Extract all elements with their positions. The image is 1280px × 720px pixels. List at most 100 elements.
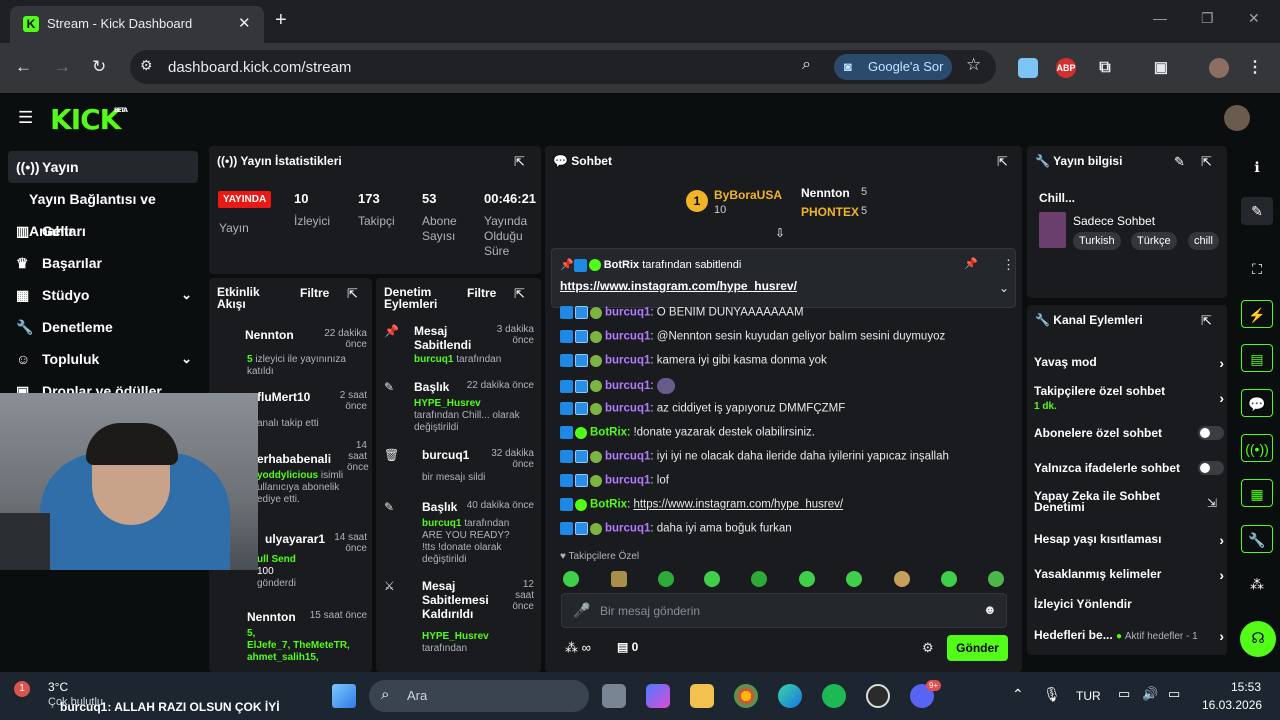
external-link-icon[interactable]: ⇲ [1207,496,1217,510]
pin-toggle-icon[interactable]: 📌 [964,257,978,270]
chrome-icon[interactable] [734,684,758,708]
new-tab-icon[interactable]: + [275,9,287,32]
browser-tab[interactable]: K Stream - Kick Dashboard ✕ [10,6,264,43]
points-display[interactable]: ⁂ ∞ [565,640,591,656]
ai-moderation-action[interactable]: Yapay Zeka ile Sohbet Denetimi [1034,490,1184,513]
info-icon[interactable]: ℹ [1241,153,1273,181]
emote-icon[interactable] [799,571,815,587]
browser-menu-icon[interactable]: ⋮ [1245,58,1265,78]
restore-icon[interactable]: ❐ [1201,10,1214,27]
address-bar[interactable]: ⚙ dashboard.kick.com/stream ⌕ ◙ Google'a … [130,50,996,84]
slow-mode-action[interactable]: Yavaş mod › [1034,355,1224,371]
account-age-action[interactable]: Hesap yaşı kısıtlaması › [1034,532,1224,548]
followers-only-action[interactable]: Takipçilere özel sohbet 1 dk. › [1034,384,1224,412]
edit-icon[interactable]: ✎ [1174,154,1185,170]
emote-icon[interactable] [658,571,674,587]
sidebar-item-stream-key[interactable]: Yayın Bağlantısı ve Anahtarı [8,183,198,239]
adblock-icon[interactable]: ABP [1056,58,1076,78]
site-info-icon[interactable]: ⚙ [140,57,153,74]
network-icon[interactable]: ▭ [1118,686,1130,702]
tag-chip[interactable]: chill [1188,232,1219,250]
gifter-2-name[interactable]: Nennton [801,186,850,200]
banned-words-action[interactable]: Yasaklanmış kelimeler › [1034,567,1224,583]
back-icon[interactable]: ← [15,57,32,77]
language-indicator[interactable]: TUR [1076,689,1101,703]
layout-icon[interactable]: ▦ [1241,479,1273,507]
google-sor-button[interactable]: ◙ Google'a Sor [834,54,952,80]
emote-icon[interactable] [988,571,1004,587]
forward-icon[interactable]: → [54,57,71,77]
spotify-icon[interactable] [822,684,846,708]
sidebar-item-studyo[interactable]: ▦ Stüdyo ⌄ [8,279,198,311]
quick-action-icon[interactable]: ⚡ [1241,300,1273,328]
store-display[interactable]: ▤ 0 [617,640,638,654]
extensions-puzzle-icon[interactable]: ⧉ [1095,58,1115,78]
activity-filter-button[interactable]: Filtre [300,286,329,300]
popout-icon[interactable]: ⇱ [514,286,525,302]
popout-icon[interactable]: ⇱ [997,154,1008,170]
chat-user[interactable]: burcuq1 [605,451,650,463]
chat-settings-icon[interactable]: ⚙ [922,640,934,656]
fullscreen-icon[interactable]: ⛶ [1241,255,1273,283]
chevron-down-icon[interactable]: ⌄ [999,281,1009,295]
top-gifter-name[interactable]: ByBoraUSA [714,188,782,202]
bookmark-star-icon[interactable]: ☆ [966,55,981,75]
subscribers-only-toggle[interactable] [1198,426,1224,440]
tag-chip[interactable]: Türkçe [1131,232,1177,250]
apps-icon[interactable]: ⁂ [1241,570,1273,598]
emote-icon[interactable] [941,571,957,587]
pinned-link[interactable]: https://www.instagram.com/hype_husrev/ [560,279,797,293]
copilot-icon[interactable] [646,684,670,708]
chevron-up-icon[interactable]: ⌃ [1012,686,1024,703]
extension-icon[interactable] [1018,58,1038,78]
profile-avatar[interactable] [1209,58,1229,78]
chat-user[interactable]: burcuq1 [605,355,650,367]
sidebar-item-gelir[interactable]: ▥ Gelir [8,215,198,247]
microphone-icon[interactable]: 🎙 [1043,686,1061,703]
sidebar-item-denetleme[interactable]: 🔧 Denetleme [8,311,198,343]
popout-icon[interactable]: ⇱ [1201,154,1212,170]
obs-icon[interactable] [866,684,890,708]
popout-icon[interactable]: ⇱ [1201,313,1212,329]
chat-user[interactable]: burcuq1 [605,523,650,535]
more-options-icon[interactable]: ⋮ [1002,257,1015,273]
taskbar-search[interactable]: ⌕ Ara [369,680,589,712]
chat-bubble-icon[interactable]: 💬 [1241,389,1273,417]
emote-only-action[interactable]: Yalnızca ifadelerle sohbet [1034,461,1224,475]
category-name[interactable]: Sadece Sohbet [1073,214,1155,228]
volume-icon[interactable]: 🔊 [1142,686,1158,702]
chat-user[interactable]: burcuq1 [605,475,650,487]
tag-chip[interactable]: Turkish [1073,232,1121,250]
emote-icon[interactable] [846,571,862,587]
edge-icon[interactable] [778,684,802,708]
chat-user[interactable]: burcuq1 [605,380,650,392]
notes-icon[interactable]: ▤ [1241,344,1273,372]
chat-input[interactable]: 🎤 Bir mesaj gönderin ☻ [561,593,1007,628]
tab-search-icon[interactable]: ▣ [1151,58,1171,78]
emote-icon[interactable] [894,571,910,587]
emote-icon[interactable] [751,571,767,587]
raid-action[interactable]: İzleyici Yönlendir [1034,597,1224,611]
menu-icon[interactable]: ☰ [18,108,33,128]
subscribers-only-action[interactable]: Abonelere özel sohbet [1034,426,1224,440]
clock-time[interactable]: 15:53 [1231,680,1261,694]
broadcast-icon[interactable]: ((•)) [1241,434,1273,462]
chat-user[interactable]: burcuq1 [605,403,650,415]
window-close-icon[interactable]: ✕ [1248,10,1260,27]
goals-action[interactable]: Hedefleri be... ● Aktif hedefler - 1 › [1034,628,1224,644]
chat-user[interactable]: burcuq1 [605,331,650,343]
url-text[interactable]: dashboard.kick.com/stream [168,59,351,76]
calculator-icon[interactable] [602,684,626,708]
search-icon[interactable]: ⌕ [802,56,811,74]
edit-icon[interactable]: ✎ [1241,197,1273,225]
emote-icon[interactable] [611,571,627,587]
microphone-icon[interactable]: 🎤 [573,602,590,619]
chat-user[interactable]: BotRix [590,427,627,439]
emote-icon[interactable] [704,571,720,587]
user-avatar[interactable] [1224,105,1250,131]
send-button[interactable]: Gönder [947,635,1008,661]
file-explorer-icon[interactable] [690,684,714,708]
wrench-icon[interactable]: 🔧 [1241,525,1273,553]
emote-only-toggle[interactable] [1198,461,1224,475]
battery-icon[interactable]: ▭ [1168,686,1180,702]
